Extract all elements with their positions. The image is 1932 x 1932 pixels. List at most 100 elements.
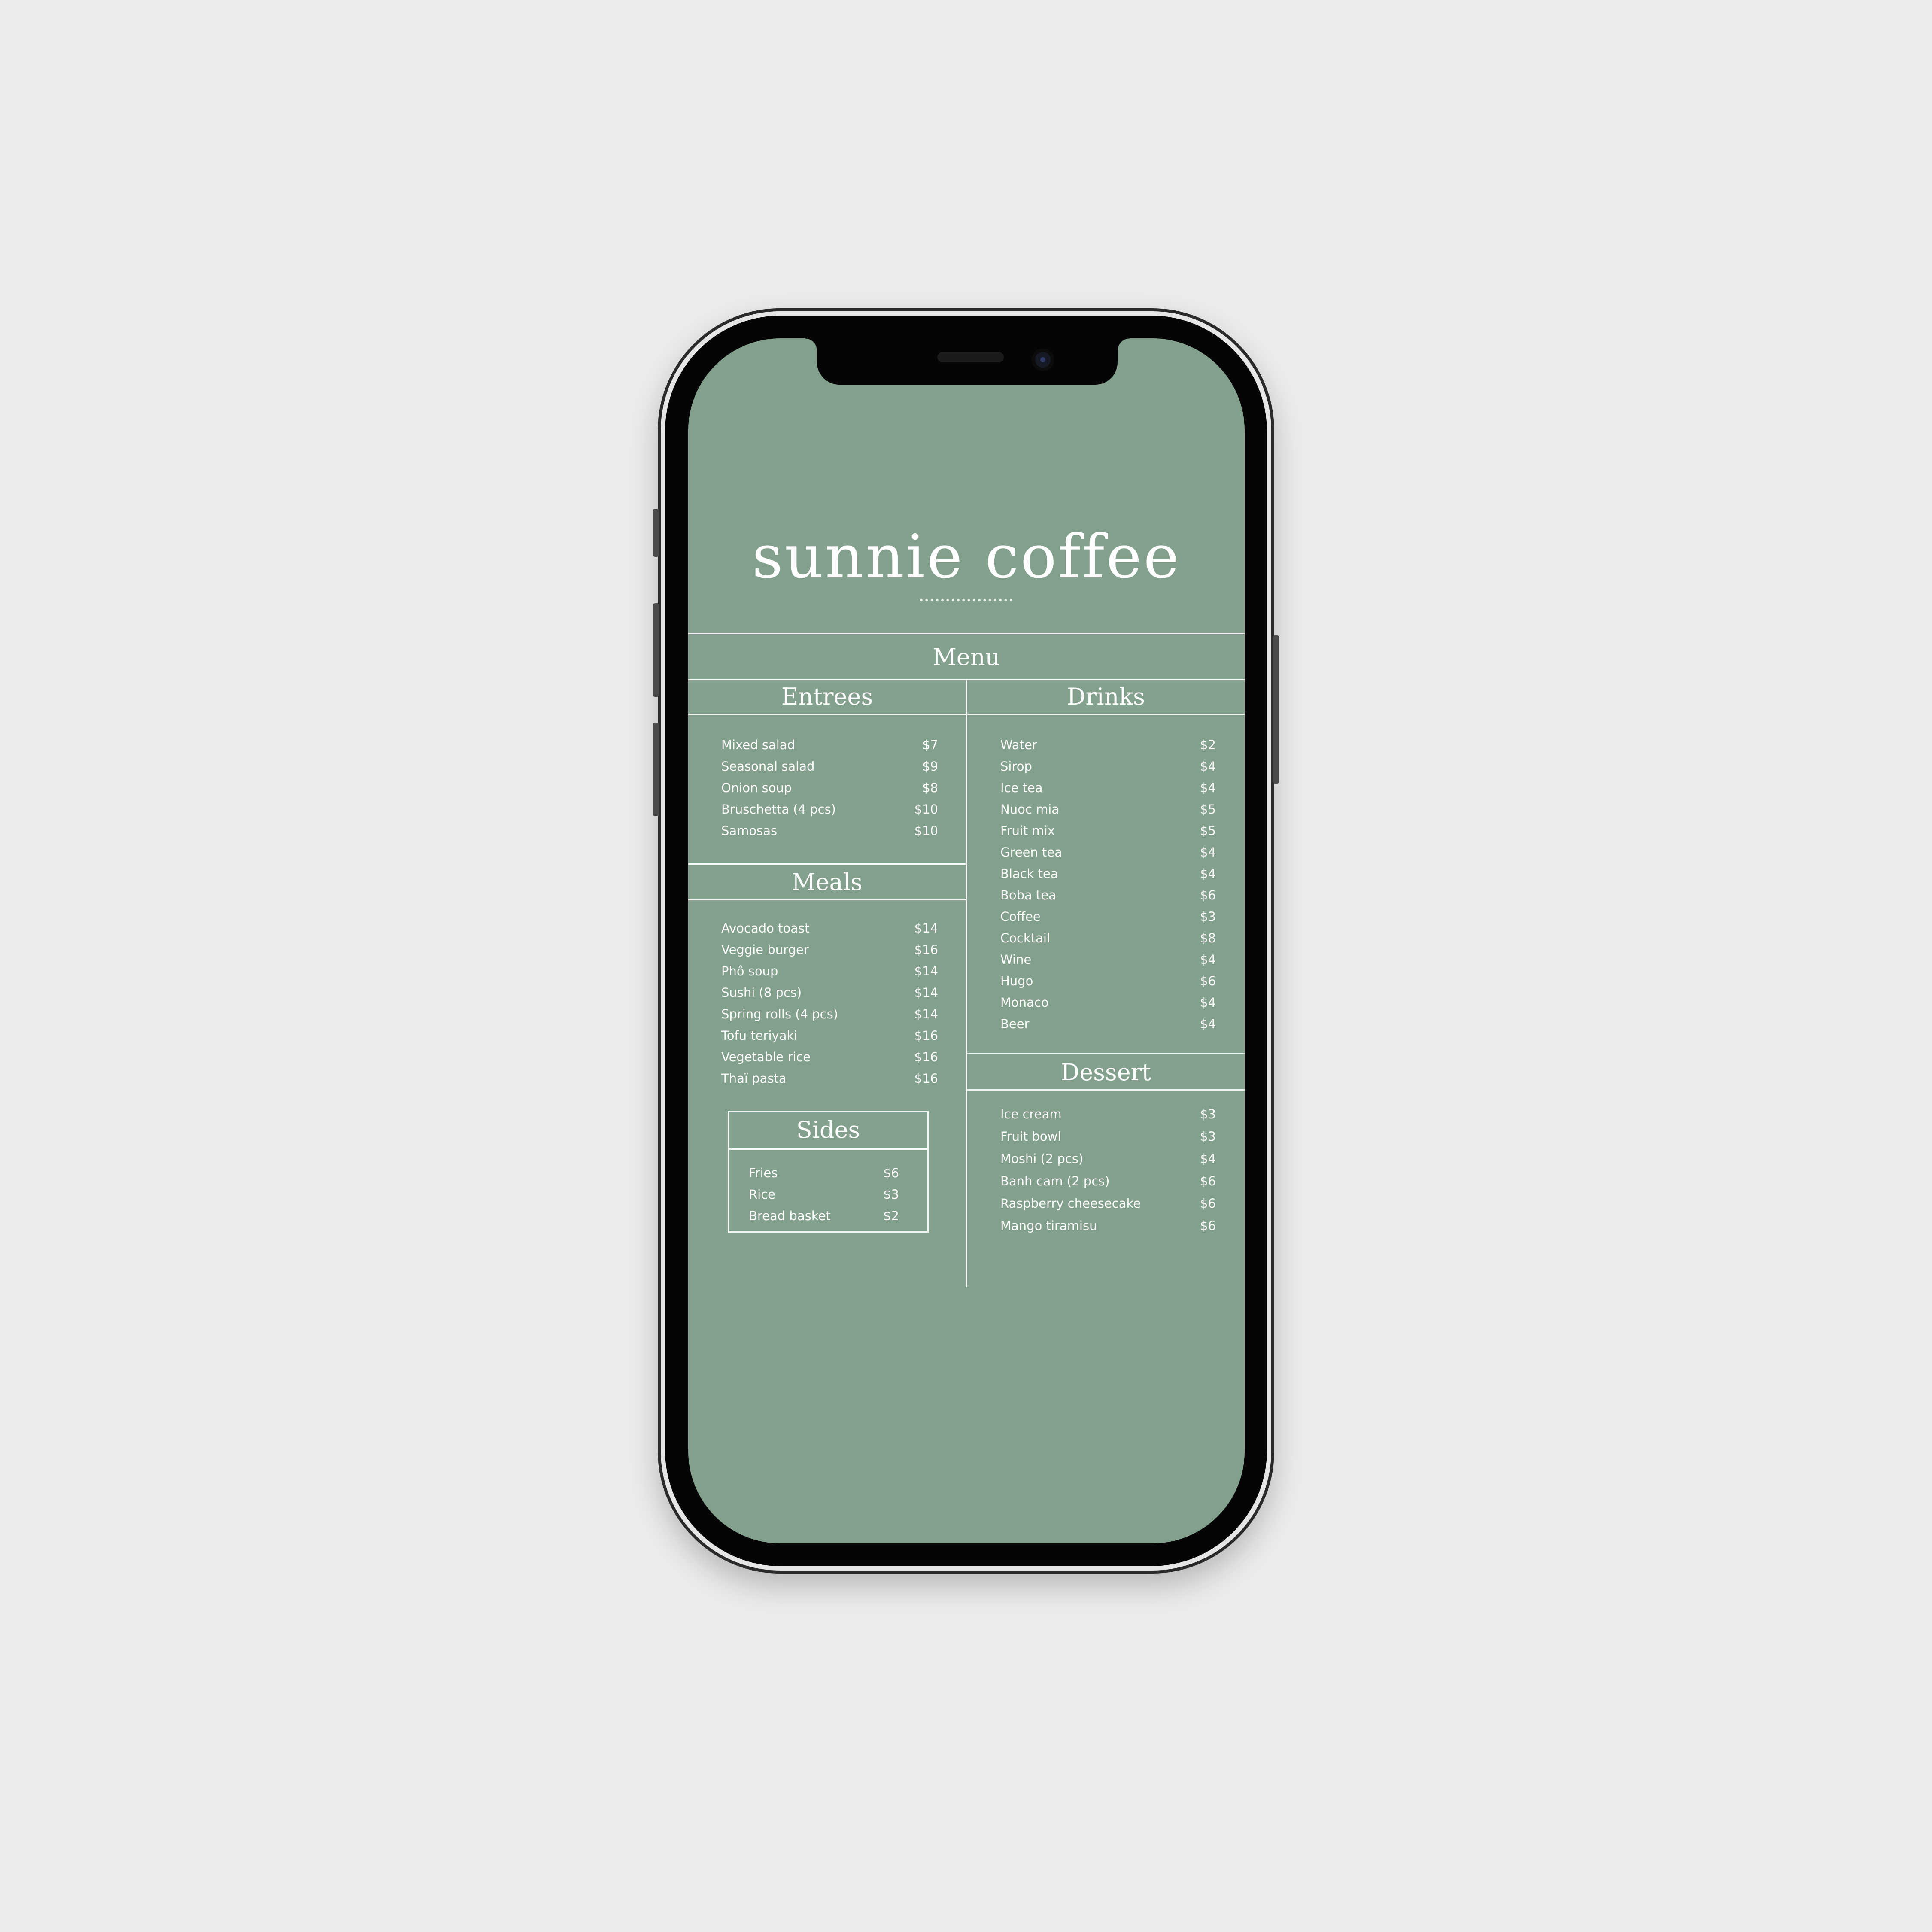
item-price: $3 <box>883 1187 899 1202</box>
item-name: Vegetable rice <box>721 1050 811 1064</box>
section-title-dessert: Dessert <box>1060 1059 1151 1086</box>
item-name: Beer <box>1000 1017 1030 1031</box>
item-price: $2 <box>883 1209 899 1223</box>
item-name: Ice tea <box>1000 781 1043 795</box>
item-name: Coffee <box>1000 909 1041 924</box>
item-name: Boba tea <box>1000 888 1057 902</box>
item-name: Wine <box>1000 952 1032 967</box>
item-name: Green tea <box>1000 845 1063 860</box>
item-price: $4 <box>1200 759 1216 774</box>
list-item: Thaï pasta $16 <box>721 1068 938 1089</box>
item-price: $2 <box>1200 738 1216 752</box>
item-name: Fries <box>749 1166 778 1180</box>
menu-top-rule <box>688 633 1245 634</box>
list-item: Beer $4 <box>1000 1013 1216 1035</box>
item-price: $16 <box>914 1071 938 1086</box>
item-name: Moshi (2 pcs) <box>1000 1151 1084 1166</box>
section-title-sides: Sides <box>796 1116 860 1143</box>
list-item: Veggie burger $16 <box>721 939 938 960</box>
item-price: $4 <box>1200 952 1216 967</box>
list-item: Green tea $4 <box>1000 841 1216 863</box>
list-item: Samosas $10 <box>721 820 938 841</box>
item-price: $6 <box>1200 888 1216 902</box>
item-name: Thaï pasta <box>721 1071 787 1086</box>
list-item: Seasonal salad $9 <box>721 756 938 777</box>
item-price: $4 <box>1200 845 1216 860</box>
item-name: Mixed salad <box>721 738 795 752</box>
sides-list: Fries $6 Rice $3 Bread basket $2 <box>749 1162 899 1227</box>
list-item: Avocado toast $14 <box>721 917 938 939</box>
item-price: $6 <box>1200 1174 1216 1188</box>
item-price: $7 <box>922 738 938 752</box>
item-name: Bruschetta (4 pcs) <box>721 802 836 817</box>
item-price: $3 <box>1200 1129 1216 1144</box>
item-name: Rice <box>749 1187 775 1202</box>
meals-rule <box>688 899 966 900</box>
list-item: Fruit bowl $3 <box>1000 1125 1216 1148</box>
dessert-top-rule <box>967 1053 1245 1054</box>
item-price: $4 <box>1200 1017 1216 1031</box>
list-item: Bruschetta (4 pcs) $10 <box>721 799 938 820</box>
phone-screen: sunnie coffee Menu Entrees Mixed salad $7… <box>688 338 1245 1543</box>
sides-box: Sides Fries $6 Rice $3 Bread basket $2 <box>728 1111 929 1233</box>
dessert-list: Ice cream $3 Fruit bowl $3 Moshi (2 pcs) $4… <box>1000 1103 1216 1237</box>
item-name: Spring rolls (4 pcs) <box>721 1007 838 1021</box>
item-price: $16 <box>914 942 938 957</box>
list-item: Sirop $4 <box>1000 756 1216 777</box>
section-title-entrees: Entrees <box>781 683 873 710</box>
meals-list: Avocado toast $14 Veggie burger $16 Phô so… <box>721 917 938 1089</box>
list-item: Monaco $4 <box>1000 992 1216 1013</box>
list-item: Black tea $4 <box>1000 863 1216 884</box>
silent-switch <box>653 509 659 557</box>
item-price: $5 <box>1200 802 1216 817</box>
list-item: Water $2 <box>1000 734 1216 756</box>
item-price: $14 <box>914 921 938 936</box>
list-item: Phô soup $14 <box>721 960 938 982</box>
item-price: $6 <box>1200 974 1216 988</box>
item-price: $4 <box>1200 1151 1216 1166</box>
item-name: Veggie burger <box>721 942 809 957</box>
brand-title: sunnie coffee <box>752 522 1181 592</box>
item-price: $5 <box>1200 823 1216 838</box>
item-price: $3 <box>1200 909 1216 924</box>
list-item: Coffee $3 <box>1000 906 1216 927</box>
drinks-list: Water $2 Sirop $4 Ice tea $4 Nuoc mia $5 Fru… <box>1000 734 1216 1035</box>
list-item: Raspberry cheesecake $6 <box>1000 1192 1216 1215</box>
item-price: $3 <box>1200 1107 1216 1121</box>
item-price: $9 <box>922 759 938 774</box>
item-price: $10 <box>914 823 938 838</box>
item-name: Avocado toast <box>721 921 810 936</box>
item-name: Banh cam (2 pcs) <box>1000 1174 1110 1188</box>
list-item: Mixed salad $7 <box>721 734 938 756</box>
item-name: Fruit mix <box>1000 823 1055 838</box>
list-item: Boba tea $6 <box>1000 884 1216 906</box>
item-price: $16 <box>914 1028 938 1043</box>
item-price: $6 <box>1200 1196 1216 1211</box>
list-item: Wine $4 <box>1000 949 1216 970</box>
item-name: Black tea <box>1000 866 1058 881</box>
item-name: Samosas <box>721 823 778 838</box>
item-price: $14 <box>914 1007 938 1021</box>
item-name: Cocktail <box>1000 931 1050 945</box>
list-item: Fruit mix $5 <box>1000 820 1216 841</box>
item-name: Raspberry cheesecake <box>1000 1196 1141 1211</box>
list-item: Spring rolls (4 pcs) $14 <box>721 1003 938 1025</box>
speaker-grille <box>937 352 1004 362</box>
item-price: $6 <box>1200 1218 1216 1233</box>
item-name: Ice cream <box>1000 1107 1062 1121</box>
item-price: $10 <box>914 802 938 817</box>
item-price: $14 <box>914 964 938 978</box>
list-item: Mango tiramisu $6 <box>1000 1215 1216 1237</box>
list-item: Moshi (2 pcs) $4 <box>1000 1148 1216 1170</box>
list-item: Hugo $6 <box>1000 970 1216 992</box>
list-item: Fries $6 <box>749 1162 899 1184</box>
notch <box>805 338 1130 385</box>
drinks-rule <box>967 714 1245 715</box>
item-name: Fruit bowl <box>1000 1129 1061 1144</box>
dessert-rule <box>967 1089 1245 1091</box>
item-name: Seasonal salad <box>721 759 815 774</box>
item-name: Hugo <box>1000 974 1033 988</box>
item-name: Mango tiramisu <box>1000 1218 1097 1233</box>
list-item: Sushi (8 pcs) $14 <box>721 982 938 1003</box>
item-price: $6 <box>883 1166 899 1180</box>
